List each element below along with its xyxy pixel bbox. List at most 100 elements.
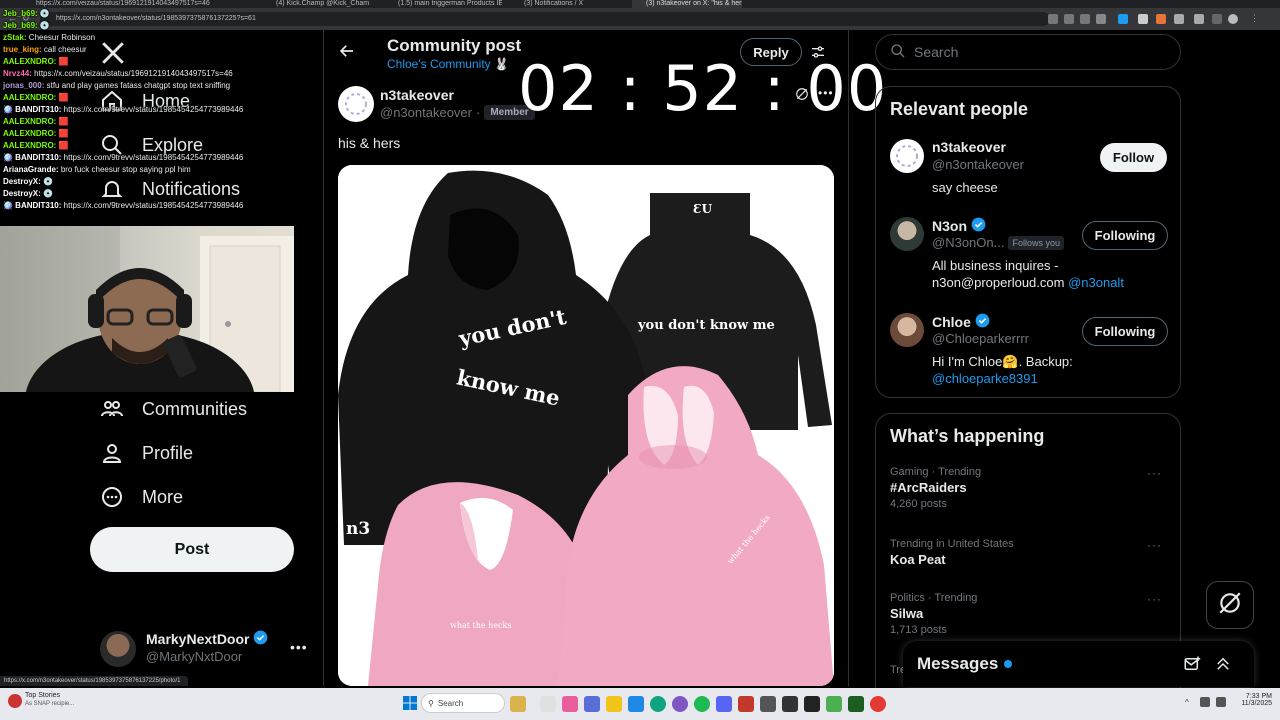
new-message-icon[interactable] (1183, 655, 1201, 678)
chat-message: 🟥 (58, 129, 69, 138)
communities-icon (100, 397, 124, 421)
spotify-icon[interactable] (694, 696, 710, 712)
account-more-icon[interactable]: ••• (290, 639, 308, 655)
chat-message: 🟥 (58, 93, 69, 102)
person-card[interactable]: N3on @N3onOn... Follows you All business… (890, 217, 1170, 297)
taskbar-search[interactable]: ⚲ Search (421, 693, 505, 713)
webcam-overlay (0, 226, 294, 392)
expand-chevrons-icon[interactable] (1214, 655, 1232, 678)
account-name[interactable]: MarkyNextDoor (146, 630, 268, 648)
trend-more-icon[interactable]: ··· (1147, 538, 1162, 552)
grok-button[interactable] (1206, 581, 1254, 629)
extension-icon[interactable] (1048, 14, 1058, 24)
news-widget-icon[interactable] (8, 694, 22, 708)
trend-item[interactable]: Trending in United States Koa Peat ··· (890, 538, 1170, 567)
bookmark-star-icon[interactable] (1096, 14, 1106, 24)
nav-communities[interactable]: Communities (100, 392, 247, 426)
trend-name: #ArcRaiders (890, 480, 967, 495)
edge-icon[interactable] (650, 696, 666, 712)
nav-profile[interactable]: Profile (100, 436, 193, 470)
translate-icon[interactable] (1080, 14, 1090, 24)
nav-more-label: More (142, 486, 184, 507)
relevant-people-panel: Relevant people n3takeover @n3ontakeover… (875, 86, 1181, 398)
app-icon[interactable] (562, 696, 578, 712)
news-widget-title[interactable]: Top Stories (25, 692, 60, 699)
following-button[interactable]: Following (1082, 317, 1168, 346)
verified-badge-icon (971, 217, 986, 235)
hoodie-print-text: n3 (346, 519, 371, 539)
chat-line: DestroyX: 💿 (0, 188, 300, 200)
app-icon[interactable] (628, 696, 644, 712)
zoom-icon[interactable] (1064, 14, 1074, 24)
downloads-icon[interactable] (1212, 14, 1222, 24)
app-icon[interactable] (584, 696, 600, 712)
app-icon[interactable] (738, 696, 754, 712)
avatar[interactable] (890, 217, 924, 251)
wifi-icon[interactable] (1200, 697, 1210, 707)
extension-icon[interactable] (1174, 14, 1184, 24)
person-bio: say cheese (932, 180, 998, 195)
app-icon[interactable] (672, 696, 688, 712)
follows-you-badge: Follows you (1008, 235, 1064, 250)
trend-more-icon[interactable]: ··· (1147, 592, 1162, 606)
app-icon[interactable] (804, 696, 820, 712)
bio-mention-link[interactable]: @n3onalt (1068, 275, 1124, 290)
extension-icon[interactable] (1156, 14, 1166, 24)
chat-user: Jeb_b69: (3, 9, 38, 18)
chat-user: 🪩 BANDIT310: (3, 201, 62, 210)
post-author-avatar[interactable] (338, 86, 374, 122)
windows-start-icon[interactable] (403, 696, 417, 715)
search-bar[interactable]: Search (875, 34, 1181, 70)
person-name[interactable]: n3takeover (932, 139, 1006, 155)
chat-user: Jeb_b69: (3, 21, 38, 30)
profile-avatar-icon[interactable] (1228, 14, 1238, 24)
trend-item[interactable]: Politics · Trending Silwa 1,713 posts ··… (890, 592, 1170, 636)
browser-tab-active[interactable]: (3) n3takeover on X: "his & hers" (632, 0, 742, 8)
app-icon[interactable] (540, 696, 556, 712)
app-icon[interactable] (826, 696, 842, 712)
avatar[interactable] (100, 631, 136, 667)
avatar[interactable] (890, 313, 924, 347)
browser-menu-icon[interactable]: ⋮ (1250, 13, 1259, 24)
follow-button[interactable]: Follow (1100, 143, 1167, 172)
extensions-puzzle-icon[interactable] (1194, 14, 1204, 24)
unread-dot (1004, 660, 1013, 668)
messages-drawer[interactable]: Messages (903, 641, 1254, 687)
discord-icon[interactable] (716, 696, 732, 712)
trend-more-icon[interactable]: ··· (1147, 466, 1162, 480)
relevant-people-title: Relevant people (890, 99, 1029, 119)
app-icon[interactable] (510, 696, 526, 712)
post-image[interactable]: you don't know me you don't know me ƐU n… (338, 165, 834, 686)
extension-icon[interactable] (1138, 14, 1148, 24)
person-name[interactable]: N3on (932, 217, 986, 235)
chat-line: AALEXNDRO: 🟥 (0, 128, 300, 140)
bio-mention-link[interactable]: @chloeparke8391 (932, 371, 1038, 386)
person-name[interactable]: Chloe (932, 313, 990, 331)
app-icon[interactable] (870, 696, 886, 712)
chevron-up-icon[interactable]: ^ (1185, 698, 1189, 707)
chat-user: ArianaGrande: (3, 165, 59, 174)
back-arrow-icon[interactable] (338, 42, 356, 65)
chat-user: AALEXNDRO: (3, 93, 57, 102)
following-button[interactable]: Following (1082, 221, 1168, 250)
community-link[interactable]: Chloe's Community 🐰 (387, 57, 509, 71)
chat-message: call cheesur (43, 45, 87, 54)
trend-item[interactable]: Gaming · Trending #ArcRaiders 4,260 post… (890, 466, 1170, 510)
file-explorer-icon[interactable] (606, 696, 622, 712)
person-card[interactable]: Chloe @Chloeparkerrrr Hi I'm Chloe🤗. Bac… (890, 313, 1170, 393)
settings-icon[interactable] (760, 696, 776, 712)
post-author-name[interactable]: n3takeover (380, 87, 454, 103)
volume-icon[interactable] (1216, 697, 1226, 707)
app-icon[interactable] (782, 696, 798, 712)
chat-line: zStak: Cheesur Robinson (0, 32, 300, 44)
avatar[interactable] (890, 139, 924, 173)
browser-tab[interactable]: (3) Notifications / X (510, 0, 628, 8)
clock[interactable]: 7:33 PM 11/3/2025 (1236, 693, 1272, 707)
nav-more[interactable]: More (100, 480, 183, 514)
browser-tab[interactable]: (1.5) main triggerman Products IE (384, 0, 502, 8)
post-author-handle[interactable]: @n3ontakeover (380, 105, 472, 120)
extension-icon[interactable] (1118, 14, 1128, 24)
person-card[interactable]: n3takeover @n3ontakeover say cheese Foll… (890, 139, 1170, 199)
excel-icon[interactable] (848, 696, 864, 712)
post-button[interactable]: Post (90, 527, 294, 572)
